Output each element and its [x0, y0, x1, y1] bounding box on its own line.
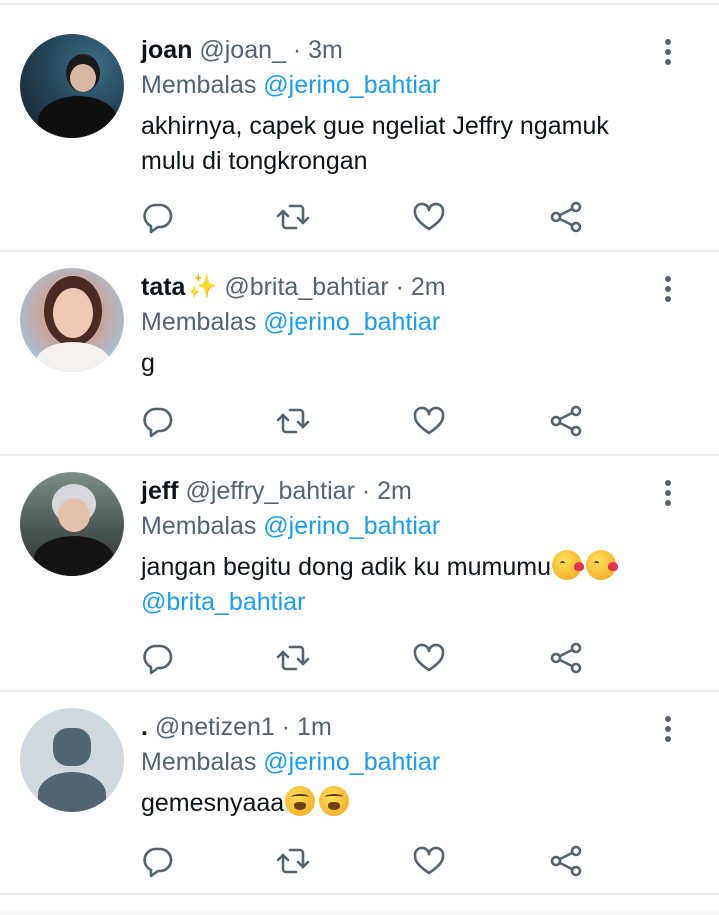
tweet-actions — [141, 641, 601, 675]
tweet-reply[interactable]: joan @joan_ · 3m Membalas @jerino_bahtia… — [0, 5, 719, 252]
like-icon[interactable] — [412, 200, 446, 234]
avatar[interactable] — [20, 472, 124, 576]
tweet-text: g — [141, 346, 659, 381]
separator-dot: · — [361, 477, 371, 505]
tweet-text-content: gemesnyaaa — [141, 789, 285, 817]
tweet-content: jeff @jeffry_bahtiar · 2m Membalas @jeri… — [141, 474, 659, 620]
reply-prefix: Membalas — [141, 748, 257, 776]
timestamp[interactable]: 2m — [377, 477, 412, 505]
separator-dot: · — [292, 36, 302, 64]
display-name[interactable]: . — [141, 713, 148, 741]
avatar[interactable] — [20, 708, 124, 812]
reply-mention-link[interactable]: @jerino_bahtiar — [263, 512, 440, 540]
timestamp[interactable]: 1m — [297, 713, 332, 741]
retweet-icon[interactable] — [276, 200, 310, 234]
timestamp[interactable]: 3m — [308, 36, 343, 64]
user-handle[interactable]: @jeffry_bahtiar — [185, 477, 354, 505]
display-name[interactable]: jeff — [141, 477, 179, 505]
share-icon[interactable] — [549, 404, 583, 438]
reply-context: Membalas @jerino_bahtiar — [141, 304, 659, 340]
separator-dot: · — [395, 273, 404, 301]
user-handle[interactable]: @netizen1 — [155, 713, 275, 741]
user-handle[interactable]: @joan_ — [199, 36, 286, 64]
face-blowing-kiss-emoji — [586, 550, 618, 580]
reply-context: Membalas @jerino_bahtiar — [141, 744, 659, 780]
tweet-text-content: akhirnya, capek gue ngeliat Jeffry ngamu… — [141, 112, 609, 175]
reply-context: Membalas @jerino_bahtiar — [141, 67, 659, 103]
retweet-icon[interactable] — [276, 641, 310, 675]
share-icon[interactable] — [549, 844, 583, 878]
reply-icon[interactable] — [141, 200, 175, 234]
tweet-actions — [141, 844, 601, 878]
tweet-reply[interactable]: . @netizen1 · 1m Membalas @jerino_bahtia… — [0, 692, 719, 895]
tweet-text-content: jangan begitu dong adik ku mumumu — [141, 553, 551, 581]
like-icon[interactable] — [412, 844, 446, 878]
reply-icon[interactable] — [141, 404, 175, 438]
avatar[interactable] — [20, 268, 124, 372]
reply-icon[interactable] — [141, 641, 175, 675]
retweet-icon[interactable] — [276, 844, 310, 878]
like-icon[interactable] — [412, 404, 446, 438]
like-icon[interactable] — [412, 641, 446, 675]
timestamp[interactable]: 2m — [411, 273, 446, 301]
tweet-text: gemesnyaaa — [141, 786, 659, 821]
share-icon[interactable] — [549, 200, 583, 234]
tweet-header: . @netizen1 · 1m — [141, 710, 659, 744]
tweet-content: joan @joan_ · 3m Membalas @jerino_bahtia… — [141, 33, 659, 179]
reply-mention-link[interactable]: @jerino_bahtiar — [263, 71, 440, 99]
sparkles-icon: ✨ — [187, 273, 218, 300]
tweet-content: . @netizen1 · 1m Membalas @jerino_bahtia… — [141, 710, 659, 821]
reply-prefix: Membalas — [141, 71, 257, 99]
tweet-actions — [141, 404, 601, 438]
more-options-icon[interactable] — [663, 276, 673, 302]
share-icon[interactable] — [549, 641, 583, 675]
retweet-icon[interactable] — [276, 404, 310, 438]
more-options-icon[interactable] — [663, 480, 673, 506]
tweet-header: tata✨ @brita_bahtiar · 2m — [141, 270, 659, 304]
tweet-actions — [141, 200, 601, 234]
next-tweet-edge — [0, 910, 719, 915]
display-name[interactable]: tata — [141, 273, 185, 301]
face-blowing-kiss-emoji — [552, 550, 584, 580]
tweet-header: jeff @jeffry_bahtiar · 2m — [141, 474, 659, 508]
tweet-text: jangan begitu dong adik ku mumumu @brita… — [141, 550, 659, 620]
tweet-header: joan @joan_ · 3m — [141, 33, 659, 67]
tweet-text-content: g — [141, 349, 155, 377]
reply-mention-link[interactable]: @jerino_bahtiar — [263, 308, 440, 336]
user-handle[interactable]: @brita_bahtiar — [224, 273, 388, 301]
reply-prefix: Membalas — [141, 308, 257, 336]
reply-prefix: Membalas — [141, 512, 257, 540]
tweet-content: tata✨ @brita_bahtiar · 2m Membalas @jeri… — [141, 270, 659, 381]
tweet-reply[interactable]: jeff @jeffry_bahtiar · 2m Membalas @jeri… — [0, 456, 719, 692]
display-name[interactable]: joan — [141, 36, 192, 64]
mention-link[interactable]: @brita_bahtiar — [141, 588, 305, 616]
avatar[interactable] — [20, 34, 124, 138]
more-options-icon[interactable] — [663, 716, 673, 742]
weary-face-emoji — [319, 786, 350, 816]
reply-mention-link[interactable]: @jerino_bahtiar — [263, 748, 440, 776]
tweet-reply[interactable]: tata✨ @brita_bahtiar · 2m Membalas @jeri… — [0, 252, 719, 456]
weary-face-emoji — [285, 786, 316, 816]
separator-dot: · — [281, 713, 291, 741]
tweet-text: akhirnya, capek gue ngeliat Jeffry ngamu… — [141, 109, 659, 179]
reply-context: Membalas @jerino_bahtiar — [141, 508, 659, 544]
more-options-icon[interactable] — [663, 39, 673, 65]
reply-icon[interactable] — [141, 844, 175, 878]
